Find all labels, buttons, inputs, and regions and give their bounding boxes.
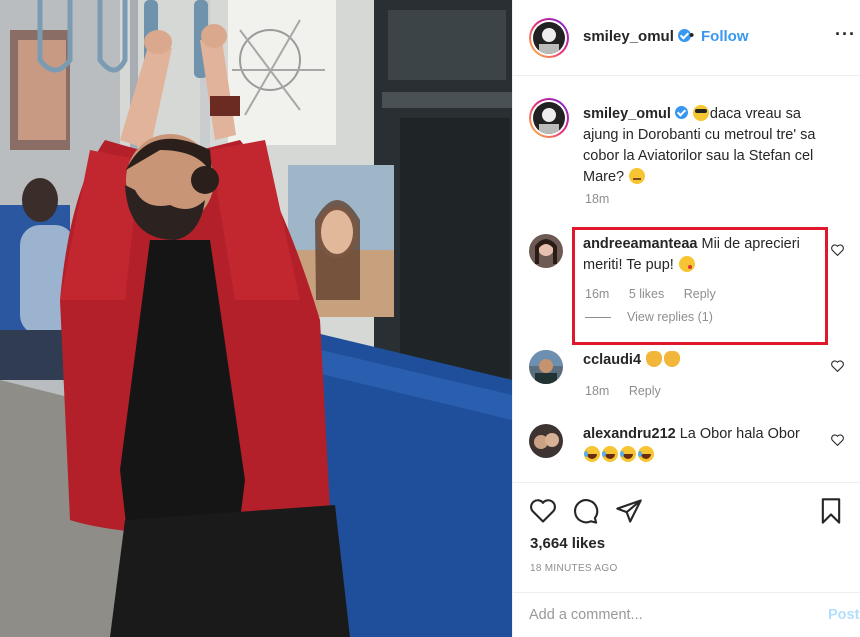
heart-icon[interactable] [831,434,844,446]
send-icon[interactable] [615,497,643,525]
caption-avatar-ring[interactable] [529,98,569,138]
likes-count[interactable]: 3,664 likes [530,535,605,552]
heart-icon[interactable] [831,360,844,372]
sunglasses-emoji-icon [692,105,709,121]
heart-icon[interactable] [529,497,557,525]
caption-text: smiley_omul daca vreau sa ajung in Dorob… [583,104,833,188]
caption-avatar[interactable] [533,102,565,134]
thinking-emoji-icon [629,168,646,184]
add-comment-input[interactable] [529,603,799,627]
caption-username[interactable]: smiley_omul [583,106,671,122]
laughing-emoji-icon [584,446,600,462]
comment-username[interactable]: alexandru212 [583,426,676,442]
laughing-emoji-icon [620,446,636,462]
post-timestamp[interactable]: 18 MINUTES AGO [530,563,618,574]
comment-avatar[interactable] [529,424,563,458]
reply-button[interactable]: Reply [629,384,661,398]
comment-timestamp[interactable]: 18m [585,384,609,398]
laughing-emoji-icon [602,446,618,462]
clapping-hands-emoji-icon [646,351,663,367]
comment-meta: 18m Reply [585,384,677,398]
post-actions: 3,664 likes 18 MINUTES AGO [513,482,860,610]
header-username[interactable]: smiley_omul [583,28,691,45]
clapping-hands-emoji-icon [664,351,681,367]
laughing-emoji-icon [638,446,654,462]
post-header: smiley_omul • Follow ··· [513,0,860,76]
comment-text: cclaudi4 [583,350,823,371]
comment-text: alexandru212 La Obor hala Obor [583,424,823,466]
ellipsis-icon[interactable]: ··· [835,24,856,45]
highlight-box [572,227,828,345]
comment-body: La Obor hala Obor [679,426,800,442]
story-ring[interactable] [529,18,569,58]
avatar[interactable] [533,22,565,54]
follow-button[interactable]: Follow [701,28,749,45]
separator-dot: • [689,27,695,44]
verified-badge-icon [674,106,688,119]
photo-metro-man [0,0,512,637]
caption-timestamp[interactable]: 18m [585,192,609,206]
heart-icon[interactable] [831,244,844,256]
comment-bubble-icon[interactable] [571,497,599,525]
post-photo [0,0,512,637]
comment-avatar[interactable] [529,350,563,384]
post-comment-button[interactable]: Post [828,607,859,623]
comment-username[interactable]: cclaudi4 [583,352,641,368]
add-comment-bar: Post [513,592,860,637]
bookmark-icon[interactable] [817,497,845,525]
comment-avatar[interactable] [529,234,563,268]
